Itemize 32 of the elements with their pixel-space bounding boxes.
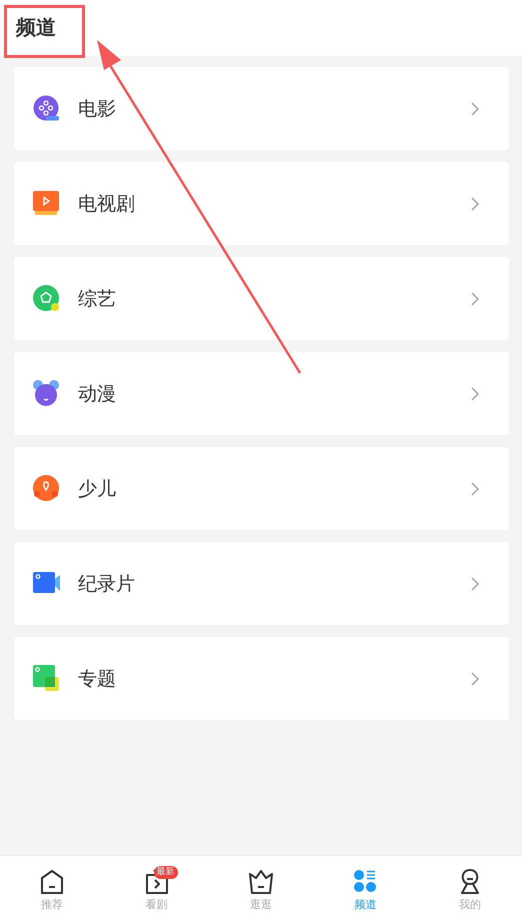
channel-label: 纪录片 [78,572,136,596]
channel-card[interactable]: 综艺 [14,257,509,340]
bear-face-icon [33,380,60,407]
chevron-icon [471,386,479,400]
square-stack-icon [33,665,60,692]
channel-label: 电视剧 [78,192,136,216]
balloon-icon [33,475,60,502]
channel-label: 少儿 [78,476,117,502]
channel-card[interactable]: 少儿 [14,447,509,530]
channel-card[interactable]: 专题 [14,637,509,720]
basket-icon [248,868,274,895]
chevron-icon [471,576,479,590]
new-badge: 最新 [154,866,178,879]
channel-label: 专题 [78,666,117,692]
channel-card[interactable]: 电视剧 [14,162,509,245]
channel-label: 动漫 [78,382,117,406]
grid-dots-icon [352,868,378,895]
play-screen-icon [33,190,60,217]
channel-card[interactable]: 动漫 [14,352,509,435]
film-reel-icon [33,95,60,122]
chevron-icon [471,196,479,210]
chevron-icon [471,292,479,306]
channel-card[interactable]: 纪录片 [14,542,509,625]
tab-button[interactable]: 最新 看剧 [104,856,209,917]
chevron-icon [471,102,479,116]
house-icon [39,868,66,895]
page-title: 频道 [16,14,56,40]
channel-card[interactable]: 电影 [14,67,509,150]
channel-label: 电影 [78,96,117,122]
chevron-icon [471,482,479,496]
chevron-icon [471,672,479,686]
channel-label: 综艺 [78,286,117,312]
